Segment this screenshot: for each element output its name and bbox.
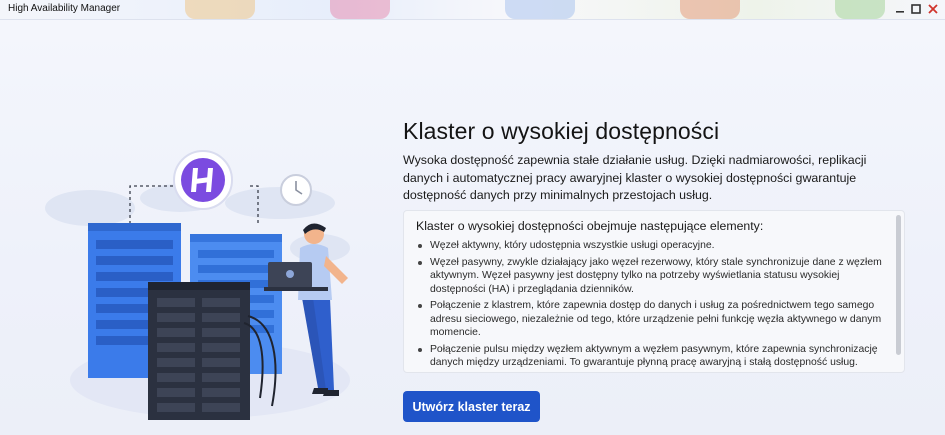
minimize-button[interactable] bbox=[893, 2, 907, 16]
info-box-heading: Klaster o wysokiej dostępności obejmuje … bbox=[416, 219, 764, 233]
list-item-text: Połączenie z klastrem, które zapewnia do… bbox=[430, 300, 882, 338]
close-icon bbox=[928, 4, 938, 14]
bullet-icon bbox=[418, 347, 422, 352]
bullet-icon bbox=[418, 260, 422, 265]
create-cluster-button[interactable]: Utwórz klaster teraz bbox=[403, 391, 540, 422]
scrollbar[interactable] bbox=[896, 215, 901, 355]
minimize-icon bbox=[896, 11, 904, 13]
info-box: Klaster o wysokiej dostępności obejmuje … bbox=[403, 210, 905, 373]
titlebar-decoration bbox=[330, 0, 390, 19]
titlebar-decoration bbox=[680, 0, 740, 19]
info-box-content: Klaster o wysokiej dostępności obejmuje … bbox=[414, 219, 889, 372]
list-item-text: Połączenie pulsu między węzłem aktywnym … bbox=[430, 343, 878, 369]
list-item: Połączenie z klastrem, które zapewnia do… bbox=[414, 299, 889, 340]
titlebar-decoration bbox=[185, 0, 255, 19]
page-title: Klaster o wysokiej dostępności bbox=[403, 118, 720, 144]
feature-list: Węzeł aktywny, który udostępnia wszystki… bbox=[414, 239, 889, 370]
titlebar-decoration bbox=[505, 0, 575, 19]
window-title: High Availability Manager bbox=[8, 3, 121, 14]
list-item-text: Węzeł pasywny, zwykle działający jako wę… bbox=[430, 256, 882, 295]
list-item: Węzeł aktywny, który udostępnia wszystki… bbox=[414, 239, 889, 253]
list-item: Połączenie pulsu między węzłem aktywnym … bbox=[414, 343, 889, 370]
title-bar: High Availability Manager bbox=[0, 0, 945, 20]
maximize-button[interactable] bbox=[909, 2, 923, 16]
intro-text: Wysoka dostępność zapewnia stałe działan… bbox=[403, 153, 867, 202]
bullet-icon bbox=[418, 244, 422, 248]
maximize-icon bbox=[911, 4, 921, 14]
close-button[interactable] bbox=[926, 2, 940, 16]
clock-icon bbox=[280, 174, 312, 206]
main-content: Klaster o wysokiej dostępności Wysoka do… bbox=[0, 20, 945, 435]
ha-logo-icon bbox=[173, 150, 233, 210]
list-item-text: Węzeł aktywny, który udostępnia wszystki… bbox=[430, 240, 715, 251]
ha-cluster-illustration bbox=[45, 150, 350, 420]
bullet-icon bbox=[418, 304, 422, 308]
list-item: Węzeł pasywny, zwykle działający jako wę… bbox=[414, 256, 889, 297]
titlebar-decoration bbox=[835, 0, 885, 19]
